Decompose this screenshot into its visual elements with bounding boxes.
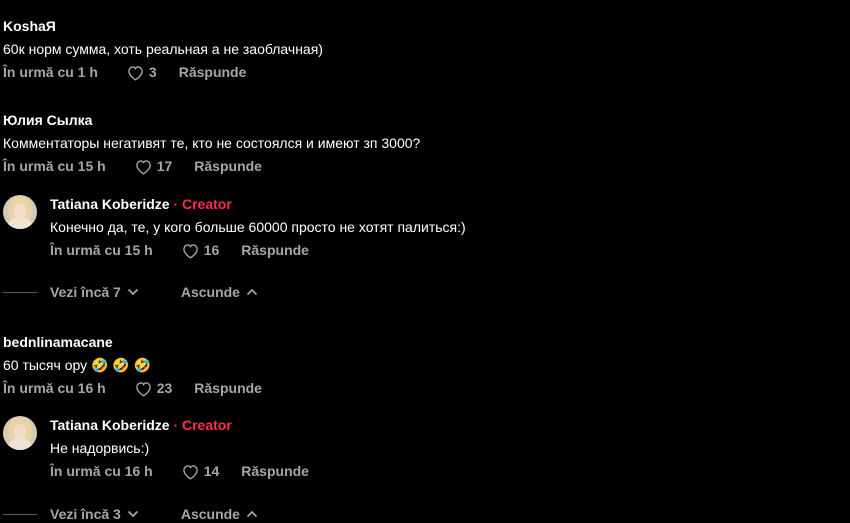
thread-divider	[3, 291, 37, 293]
comment-text: 60к норм сумма, хоть реальная а не заобл…	[3, 41, 323, 57]
view-more-replies-button[interactable]: Vezi încă 7	[50, 284, 139, 300]
view-more-label: Vezi încă 3	[50, 506, 121, 522]
comment-meta: În urmă cu 1 h 3 Răspunde	[3, 63, 323, 81]
avatar[interactable]	[3, 195, 37, 229]
comment-meta: În urmă cu 15 h 17 Răspunde	[3, 157, 420, 175]
comment-time: În urmă cu 15 h	[3, 158, 106, 174]
creator-badge: · Creator	[173, 196, 232, 212]
avatar[interactable]	[3, 416, 37, 450]
comment-item: bednlinamacane 60 тысяч ору 🤣 🤣 🤣 În urm…	[3, 333, 262, 397]
reply-button[interactable]: Răspunde	[241, 463, 309, 479]
hide-replies-button[interactable]: Ascunde	[181, 284, 258, 300]
reply-time: În urmă cu 16 h	[50, 463, 153, 479]
heart-outline-icon	[128, 65, 143, 81]
comment-item: Юлия Сылка Комментаторы негативят те, кт…	[3, 111, 420, 175]
chevron-down-icon	[127, 510, 138, 518]
like-count: 23	[156, 380, 173, 396]
hide-label: Ascunde	[180, 506, 240, 522]
thread-controls: Vezi încă 7 Ascunde	[3, 284, 258, 300]
comment-username[interactable]: Юлия Сылка	[3, 111, 420, 129]
comment-time: În urmă cu 1 h	[3, 64, 98, 80]
comment-time: În urmă cu 16 h	[3, 380, 106, 396]
hide-replies-button[interactable]: Ascunde	[181, 506, 258, 522]
reply-text: Конечно да, те, у кого больше 60000 прос…	[50, 219, 466, 235]
reply-meta: În urmă cu 16 h 14 Răspunde	[50, 462, 309, 480]
reply-text: Не надорвись:)	[50, 440, 150, 456]
like-button[interactable]: 14	[181, 463, 220, 480]
reply-button[interactable]: Răspunde	[194, 158, 262, 174]
reply-username-text: Tatiana Koberidze	[50, 417, 170, 433]
reply-button[interactable]: Răspunde	[179, 64, 247, 80]
like-button[interactable]: 3	[126, 64, 157, 81]
like-button[interactable]: 23	[134, 380, 173, 397]
chevron-up-icon	[246, 510, 258, 518]
like-button[interactable]: 16	[181, 242, 220, 259]
comment-username[interactable]: bednlinamacane	[3, 333, 262, 351]
comments-panel: KoshaЯ 60к норм сумма, хоть реальная а н…	[0, 0, 850, 523]
heart-outline-icon	[182, 243, 198, 259]
creator-badge: · Creator	[173, 417, 232, 433]
reply-username[interactable]: Tatiana Koberidze · Creator	[50, 195, 466, 213]
like-count: 14	[203, 463, 220, 479]
reply-button[interactable]: Răspunde	[241, 242, 309, 258]
heart-outline-icon	[135, 381, 151, 397]
like-count: 3	[148, 64, 157, 80]
comment-meta: În urmă cu 16 h 23 Răspunde	[3, 379, 262, 397]
chevron-down-icon	[127, 288, 138, 296]
thread-controls: Vezi încă 3 Ascunde	[3, 506, 258, 522]
like-count: 16	[203, 242, 220, 258]
chevron-up-icon	[246, 288, 258, 296]
comment-username[interactable]: KoshaЯ	[3, 17, 323, 35]
view-more-replies-button[interactable]: Vezi încă 3	[50, 506, 139, 522]
reply-time: În urmă cu 15 h	[50, 242, 153, 258]
heart-outline-icon	[135, 159, 151, 175]
comment-item: KoshaЯ 60к норм сумма, хоть реальная а н…	[3, 17, 323, 81]
reply-button[interactable]: Răspunde	[194, 380, 262, 396]
reply-username-text: Tatiana Koberidze	[50, 196, 170, 212]
thread-divider	[3, 513, 37, 515]
reply-username[interactable]: Tatiana Koberidze · Creator	[50, 416, 309, 434]
reply-meta: În urmă cu 15 h 16 Răspunde	[50, 241, 466, 259]
heart-outline-icon	[182, 464, 198, 480]
like-button[interactable]: 17	[134, 158, 173, 175]
comment-text: 60 тысяч ору 🤣 🤣 🤣	[3, 357, 152, 373]
hide-label: Ascunde	[180, 284, 240, 300]
comment-text: Комментаторы негативят те, кто не состоя…	[3, 135, 421, 151]
view-more-label: Vezi încă 7	[50, 284, 121, 300]
like-count: 17	[156, 158, 173, 174]
